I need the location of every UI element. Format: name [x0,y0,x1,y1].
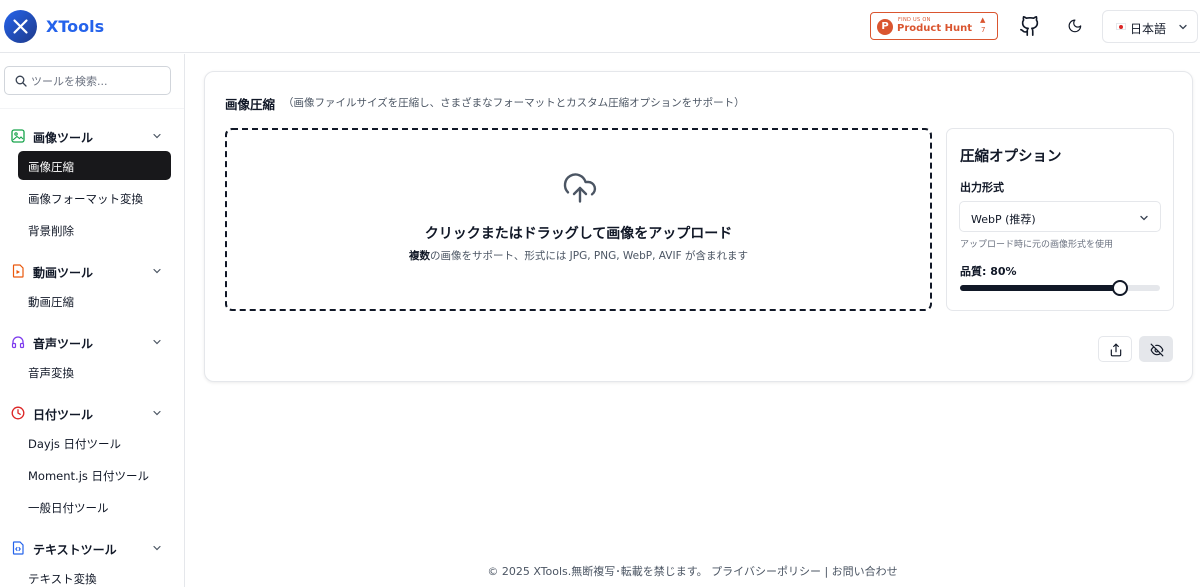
quality-slider[interactable] [960,280,1160,296]
sidebar-item-label: 背景削除 [28,224,74,238]
chevron-down-icon [1179,24,1187,30]
upvote-count: 7 [981,26,986,34]
image-compress-card: 画像圧縮 （画像ファイルサイズを圧縮し、さまざまなフォーマットとカスタム圧縮オプ… [204,71,1193,382]
tool-search[interactable] [4,66,171,95]
app-header: XTools P FIND US ON Product Hunt ▲ 7 日本語 [0,0,1200,53]
upvote-icon: ▲ [980,16,986,24]
github-icon[interactable] [1019,15,1041,37]
category-label: 音声ツール [33,337,94,351]
upload-subtitle: 複数の画像をサポート、形式には JPG, PNG, WebP, AVIF が含ま… [227,248,930,263]
sidebar-item-label: Dayjs 日付ツール [28,437,122,451]
sidebar-item-text-convert[interactable]: テキスト変換 [18,563,171,587]
sidebar-item-label: 画像圧縮 [28,160,74,174]
sidebar-item-video-compress[interactable]: 動画圧縮 [18,286,171,315]
sidebar-item-label: 一般日付ツール [28,501,109,515]
sidebar: 画像ツール 画像圧縮 画像フォーマット変換 背景削除 動画ツール 動画圧縮 音声… [0,54,185,587]
sidebar-item-audio-convert[interactable]: 音声変換 [18,357,171,386]
headphones-icon [11,336,25,349]
category-video-tools[interactable]: 動画ツール [0,261,184,281]
sidebar-item-background-remove[interactable]: 背景削除 [18,215,171,244]
eye-off-icon [1150,343,1164,357]
sidebar-item-dayjs[interactable]: Dayjs 日付ツール [18,428,171,457]
quality-label: 品質: 80% [960,265,1017,278]
options-title: 圧縮オプション [960,149,1062,165]
logo-icon[interactable] [4,10,37,43]
search-input[interactable] [31,71,167,91]
category-label: テキストツール [33,543,117,557]
compression-options-panel: 圧縮オプション 出力形式 WebP (推荐) アップロード時に元の画像形式を使用… [946,128,1174,311]
quality-slider-thumb[interactable] [1112,280,1128,296]
language-select[interactable]: 日本語 [1102,10,1198,43]
cloud-upload-icon [563,173,597,203]
video-icon [12,264,24,278]
privacy-toggle-button[interactable] [1139,336,1173,362]
category-label: 動画ツール [33,266,94,280]
sidebar-item-momentjs[interactable]: Moment.js 日付ツール [18,460,171,489]
chevron-down-icon [153,545,161,551]
sidebar-item-label: 画像フォーマット変換 [28,192,143,206]
sidebar-item-label: 動画圧縮 [28,295,74,309]
product-hunt-label: Product Hunt [897,23,972,34]
clock-icon [11,406,25,420]
category-text-tools[interactable]: テキストツール [0,538,184,558]
output-format-label: 出力形式 [960,181,1004,194]
product-hunt-icon: P [877,19,893,35]
sidebar-item-image-compress[interactable]: 画像圧縮 [18,151,171,180]
output-format-select[interactable]: WebP (推荐) [959,201,1161,232]
chevron-down-icon [1140,215,1148,221]
chevron-down-icon [153,268,161,274]
output-format-hint: アップロード時に元の画像形式を使用 [960,240,1114,250]
upload-title: クリックまたはドラッグして画像をアップロード [424,226,733,242]
chevron-down-icon [153,133,161,139]
category-label: 日付ツール [33,408,94,422]
upload-subtitle-text: の画像をサポート、形式には JPG, PNG, WebP, AVIF が含まれま… [430,250,748,262]
sidebar-item-label: Moment.js 日付ツール [28,469,150,483]
share-icon [1110,343,1122,357]
output-format-value: WebP (推荐) [971,213,1036,226]
chevron-down-icon [153,339,161,345]
page-description: （画像ファイルサイズを圧縮し、さまざまなフォーマットとカスタム圧縮オプションをサ… [283,97,745,109]
quality-slider-fill [960,285,1120,291]
upload-dropzone[interactable]: クリックまたはドラッグして画像をアップロード 複数の画像をサポート、形式には J… [225,128,932,311]
language-label: 日本語 [1130,22,1167,36]
product-hunt-badge[interactable]: P FIND US ON Product Hunt ▲ 7 [870,12,998,40]
sidebar-item-image-format-convert[interactable]: 画像フォーマット変換 [18,183,171,212]
image-icon [11,129,25,143]
chevron-down-icon [153,410,161,416]
export-button[interactable] [1098,336,1132,362]
search-icon [15,75,27,87]
japan-flag-icon [1116,23,1126,30]
category-date-tools[interactable]: 日付ツール [0,403,184,423]
sidebar-item-label: 音声変換 [28,366,74,380]
page-title: 画像圧縮 [225,97,276,112]
category-image-tools[interactable]: 画像ツール [0,126,184,146]
divider [0,108,184,109]
sidebar-item-label: テキスト変換 [28,572,97,586]
code-file-icon [12,541,24,555]
sidebar-item-general-date[interactable]: 一般日付ツール [18,492,171,521]
category-audio-tools[interactable]: 音声ツール [0,332,184,352]
category-label: 画像ツール [33,131,94,145]
brand-name[interactable]: XTools [46,17,104,36]
upload-subtitle-emphasis: 複数 [409,250,431,262]
footer: © 2025 XTools.無断複写･転載を禁じます。 プライバシーポリシー |… [487,565,898,578]
moon-icon[interactable] [1064,15,1086,37]
